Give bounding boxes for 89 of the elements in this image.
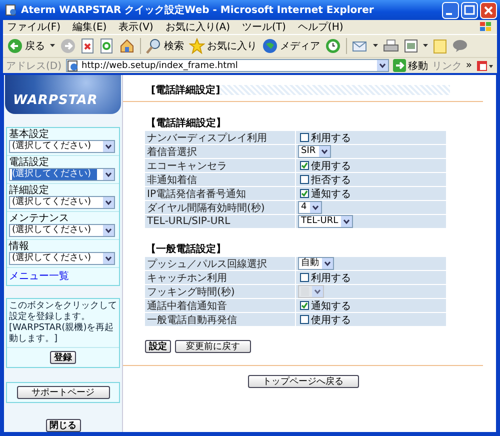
dropdown[interactable]: 自動	[298, 257, 334, 270]
register-button[interactable]: 登録	[50, 351, 76, 364]
checkbox-label[interactable]: 拒否する	[311, 172, 351, 186]
refresh-button[interactable]	[100, 38, 114, 54]
setting-label: プッシュ／パルス回線選択	[145, 257, 295, 270]
home-button[interactable]	[119, 38, 135, 54]
messenger-button[interactable]	[452, 39, 468, 53]
media-button[interactable]: メディア	[262, 38, 320, 54]
section-title: 【電話詳細設定】	[145, 118, 227, 130]
support-button[interactable]: サポートページ	[16, 386, 110, 399]
menu-item[interactable]: 編集(E)	[72, 20, 107, 34]
dropdown[interactable]: (選択してください)	[9, 140, 115, 153]
checkbox-label[interactable]: 通知する	[311, 298, 351, 312]
address-label: アドレス(D)	[6, 60, 62, 72]
menu-label: 詳細設定	[9, 185, 50, 196]
menu-item[interactable]: ツール(T)	[242, 20, 286, 34]
page-icon	[66, 60, 79, 72]
checkbox[interactable]	[300, 161, 309, 170]
close-button[interactable]	[480, 2, 497, 18]
menu-item[interactable]: ファイル(F)	[7, 20, 61, 34]
close-page-button[interactable]: 閉じる	[46, 419, 80, 432]
setting-label: ダイヤル間隔有効時間(秒)	[145, 201, 295, 214]
page-title: [電話詳細設定]	[151, 83, 220, 97]
dropdown[interactable]: (選択してください)	[9, 252, 115, 265]
back-button[interactable]: 戻る	[7, 38, 45, 54]
address-field[interactable]: http://web.setup/index_frame.html	[66, 59, 389, 72]
translate-button[interactable]	[476, 60, 494, 72]
windows-logo-icon	[479, 21, 493, 33]
setting-label: 着信音選択	[145, 145, 295, 158]
chevron-button[interactable]: »	[466, 60, 472, 71]
checkbox[interactable]	[300, 273, 309, 282]
setting-label: ナンバーディスプレイ利用	[145, 131, 295, 144]
checkbox[interactable]	[300, 315, 309, 324]
mail-button[interactable]	[352, 39, 368, 53]
go-button[interactable]: 移動	[392, 58, 428, 72]
logo-text: WARPSTAR	[13, 93, 98, 108]
section-title: 【一般電話設定】	[145, 244, 227, 256]
setting-label: フッキング時間(秒)	[145, 285, 295, 298]
menu-item[interactable]: お気に入り(A)	[165, 20, 230, 34]
dropdown[interactable]: (選択してください)	[9, 196, 115, 209]
menu-label: メンテナンス	[9, 213, 70, 224]
print-button[interactable]	[383, 38, 399, 54]
checkbox-label[interactable]: 使用する	[311, 312, 351, 326]
setting-label: キャッチホン利用	[145, 271, 295, 284]
setting-label: エコーキャンセラ	[145, 159, 295, 172]
dropdown[interactable]: (選択してください)	[9, 168, 115, 181]
checkbox[interactable]	[300, 133, 309, 142]
setting-label: 通話中着信通知音	[145, 299, 295, 312]
checkbox-label[interactable]: 利用する	[311, 270, 351, 284]
set-button[interactable]: 設定	[145, 340, 171, 353]
dropdown[interactable]: SIR	[298, 145, 331, 158]
search-button[interactable]: 検索	[146, 38, 184, 54]
setting-label: TEL-URL/SIP-URL	[145, 215, 295, 228]
dropdown[interactable]: (選択してください)	[9, 224, 115, 237]
setting-label: 一般電話自動再発信	[145, 313, 295, 326]
dropdown[interactable]: TEL-URL	[298, 215, 354, 228]
register-note: このボタンをクリックして設定を登録します。[WARPSTAR(親機)を再起動します。]	[7, 299, 119, 348]
favorites-button[interactable]: お気に入り	[189, 38, 257, 54]
go-arrow-icon	[392, 59, 406, 72]
menu-item[interactable]: 表示(V)	[118, 20, 154, 34]
minimize-button[interactable]	[442, 2, 459, 18]
edit-button[interactable]	[404, 39, 418, 53]
checkbox[interactable]	[300, 175, 309, 184]
setting-label: 非通知着信	[145, 173, 295, 186]
window-title: Aterm WARPSTAR クイック設定Web - Microsoft Internet Explorer	[21, 3, 375, 17]
dropdown[interactable]: 4	[298, 201, 322, 214]
search-icon	[146, 38, 162, 54]
dropdown-arrow-icon[interactable]	[373, 44, 378, 48]
menu-list-link[interactable]: メニュー一覧	[9, 271, 69, 282]
history-button[interactable]	[325, 38, 341, 54]
setting-label: IP電話発信者番号通知	[145, 187, 295, 200]
menu-label: 基本設定	[9, 129, 50, 140]
checkbox[interactable]	[300, 189, 309, 198]
menu-item[interactable]: ヘルプ(H)	[298, 20, 344, 34]
menu-label: 情報	[9, 241, 30, 252]
checkbox[interactable]	[300, 301, 309, 310]
revert-button[interactable]: 変更前に戻す	[175, 340, 251, 353]
globe-icon	[262, 38, 278, 54]
dropdown-arrow-icon[interactable]	[423, 44, 428, 48]
dropdown-arrow-icon[interactable]	[50, 44, 55, 48]
stop-button[interactable]	[81, 38, 95, 54]
page-icon	[5, 4, 17, 16]
star-icon	[189, 38, 205, 54]
top-page-button[interactable]: トップページへ戻る	[248, 375, 358, 388]
checkbox-label[interactable]: 利用する	[311, 130, 351, 144]
checkbox-label[interactable]: 使用する	[311, 158, 351, 172]
maximize-button[interactable]	[461, 2, 478, 18]
menu-label: 電話設定	[9, 157, 50, 168]
checkbox-label[interactable]: 通知する	[311, 186, 351, 200]
